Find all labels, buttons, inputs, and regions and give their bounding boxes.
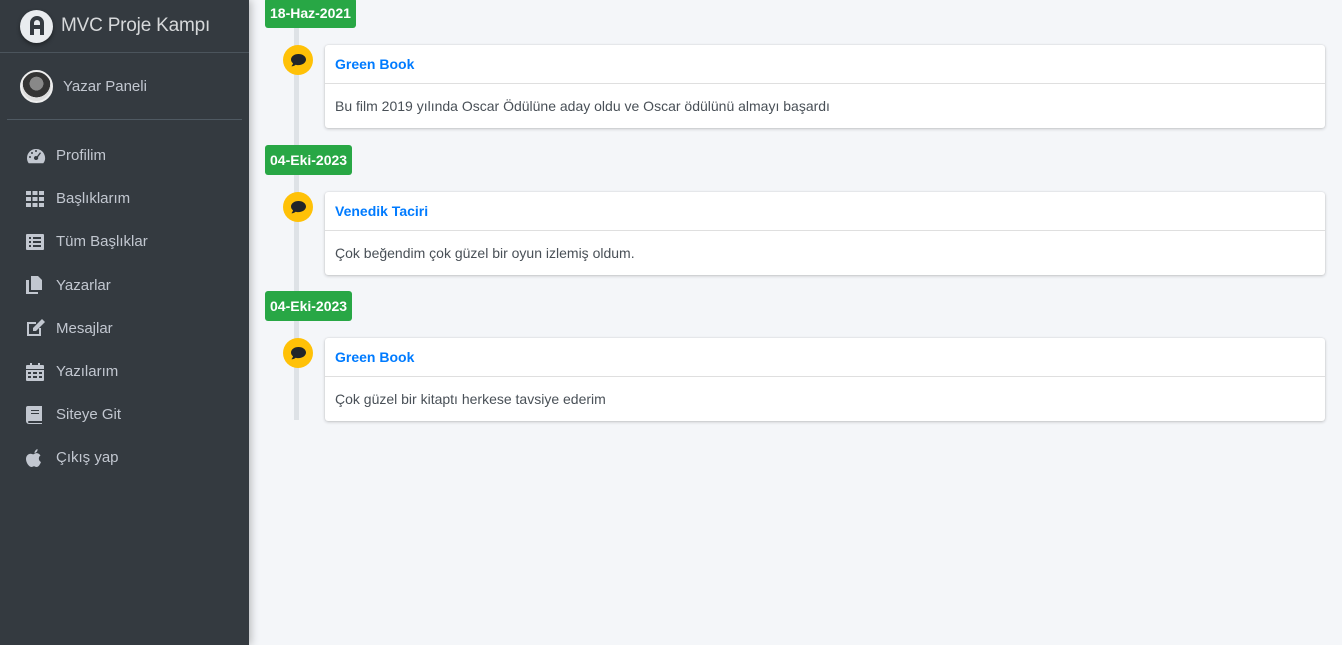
brand-title: MVC Proje Kampı [61,15,211,36]
timeline-item-title-text[interactable]: Green Book [335,349,414,365]
timeline-item-title-text[interactable]: Green Book [335,56,414,72]
avatar [20,69,53,103]
user-name: Yazar Paneli [63,77,147,95]
timeline-date: 18-Haz-2021 [270,5,351,21]
sidebar-item-label: Yazılarım [56,363,119,381]
sidebar-item-basliklarim[interactable]: Başlıklarım [0,177,249,220]
comment-icon [283,338,313,368]
timeline-date-label: 04-Eki-2023 [265,145,353,175]
sidebar-item-tum-basliklar[interactable]: Tüm Başlıklar [0,220,249,263]
timeline-item-body-text: Bu film 2019 yılında Oscar Ödülüne aday … [335,98,830,114]
timeline-item-title-text[interactable]: Venedik Taciri [335,203,428,219]
grid-icon [26,189,48,209]
dashboard-icon [26,146,48,166]
book-icon [26,405,48,425]
timeline-item: Venedik Taciri Çok beğendim çok güzel bi… [325,192,1325,275]
calendar-icon [26,362,48,382]
edit-icon [26,318,48,338]
timeline-item-title[interactable]: Green Book [325,338,1325,377]
sidebar-item-yazilarim[interactable]: Yazılarım [0,350,249,393]
sidebar-item-label: Çıkış yap [56,449,119,467]
sidebar-item-label: Mesajlar [56,319,113,337]
sidebar-item-label: Başlıklarım [56,190,131,208]
timeline-item: Green Book Bu film 2019 yılında Oscar Öd… [325,45,1325,128]
timeline-item-body-text: Çok güzel bir kitaptı herkese tavsiye ed… [335,391,606,407]
timeline-item-body: Bu film 2019 yılında Oscar Ödülüne aday … [325,84,1325,128]
user-panel[interactable]: Yazar Paneli [7,53,242,120]
sidebar-item-mesajlar[interactable]: Mesajlar [0,307,249,350]
sidebar-nav: Profilim Başlıklarım Tüm Başlıklar Yazar… [0,134,249,480]
timeline-date-label: 04-Eki-2023 [265,291,353,321]
sidebar-item-cikis-yap[interactable]: Çıkış yap [0,436,249,479]
sidebar-item-label: Siteye Git [56,406,122,424]
comment-icon [283,192,313,222]
comment-icon [283,45,313,75]
timeline-item-body: Çok beğendim çok güzel bir oyun izlemiş … [325,231,1325,275]
sidebar-item-label: Yazarlar [56,276,111,294]
sidebar-item-yazarlar[interactable]: Yazarlar [0,264,249,307]
timeline-date-label: 18-Haz-2021 [265,0,356,28]
brand-link[interactable]: MVC Proje Kampı [0,0,249,53]
apple-icon [26,448,48,468]
timeline-item-body: Çok güzel bir kitaptı herkese tavsiye ed… [325,377,1325,421]
sidebar-item-siteye-git[interactable]: Siteye Git [0,393,249,436]
sidebar-item-label: Profilim [56,147,107,165]
list-icon [26,232,48,252]
brand-logo-icon [20,9,53,43]
timeline-item-title[interactable]: Venedik Taciri [325,192,1325,231]
timeline-item-body-text: Çok beğendim çok güzel bir oyun izlemiş … [335,245,635,261]
timeline-date: 04-Eki-2023 [270,152,348,168]
timeline-item-title[interactable]: Green Book [325,45,1325,84]
copy-icon [26,275,48,295]
timeline-item: Green Book Çok güzel bir kitaptı herkese… [325,338,1325,421]
sidebar-item-label: Tüm Başlıklar [56,233,148,251]
sidebar: MVC Proje Kampı Yazar Paneli Profilim Ba… [0,0,249,645]
main-content: 18-Haz-2021 Green Book Bu film 2019 yılı… [249,0,1342,645]
sidebar-item-profilim[interactable]: Profilim [0,134,249,177]
timeline-date: 04-Eki-2023 [270,298,348,314]
